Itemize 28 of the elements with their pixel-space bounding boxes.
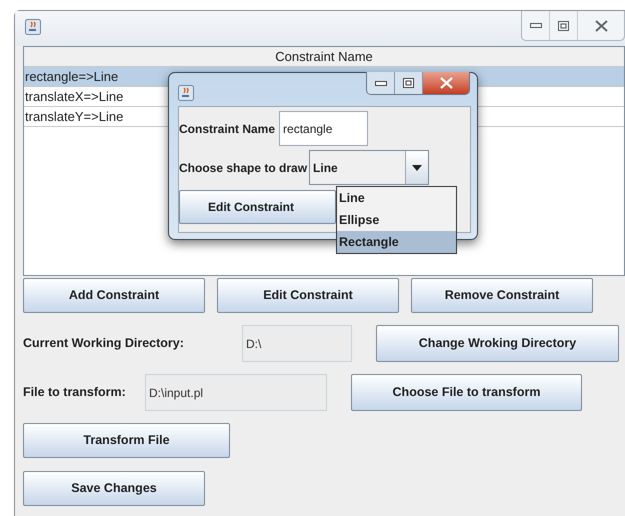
- action-button[interactable]: Remove Constraint: [411, 278, 593, 313]
- app-icon: [25, 19, 41, 35]
- maximize-icon: [403, 78, 414, 88]
- action-button[interactable]: Add Constraint: [23, 278, 205, 313]
- minimize-icon: [374, 80, 386, 86]
- dropdown-option[interactable]: Line: [337, 187, 456, 209]
- field-label: Choose shape to draw: [179, 160, 308, 176]
- shape-dropdown[interactable]: Line: [309, 150, 430, 185]
- dropdown-option[interactable]: Ellipse: [337, 209, 456, 231]
- field-label: Constraint Name: [179, 120, 276, 138]
- action-button[interactable]: Edit Constraint: [217, 278, 399, 313]
- maximize-button[interactable]: [395, 72, 423, 94]
- name-field[interactable]: rectangle: [279, 111, 368, 146]
- close-button[interactable]: [423, 72, 469, 94]
- minimize-button[interactable]: [367, 72, 395, 94]
- app-icon: [178, 85, 194, 101]
- action-button[interactable]: Transform File: [23, 423, 230, 458]
- maximize-icon: [558, 20, 569, 30]
- field-label: File to transform:: [23, 384, 127, 402]
- action-button[interactable]: Save Changes: [23, 471, 205, 506]
- edit-constraint-button[interactable]: Edit Constraint: [179, 190, 336, 224]
- close-icon: [594, 20, 608, 32]
- minimize-icon: [530, 23, 542, 28]
- close-icon: [440, 77, 452, 89]
- dropdown-option[interactable]: Rectangle: [337, 231, 456, 253]
- field-label: Current Working Directory:: [23, 335, 185, 352]
- column-header[interactable]: Constraint Name: [24, 47, 624, 67]
- dropdown-arrow-icon: [412, 164, 422, 170]
